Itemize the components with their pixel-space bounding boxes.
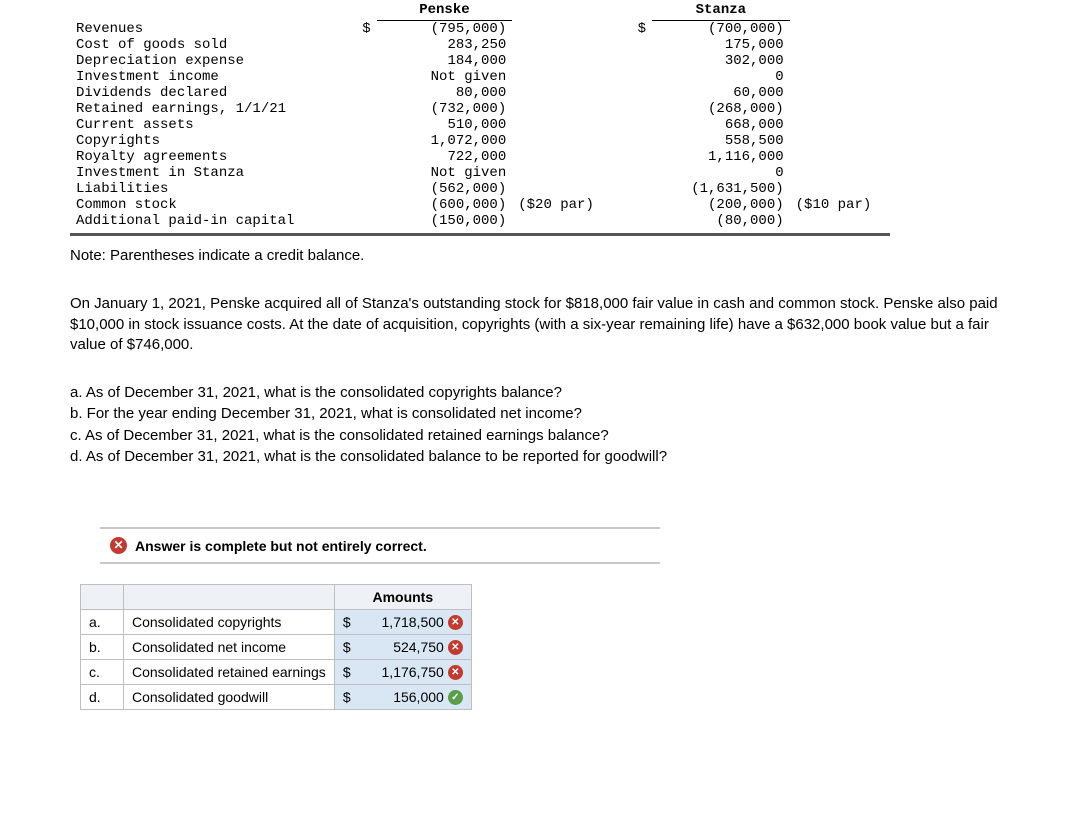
question-b: b. For the year ending December 31, 2021… — [70, 404, 1010, 424]
stanza-value: 0 — [652, 69, 790, 85]
penske-value: 184,000 — [377, 53, 513, 69]
answer-amount: 524,750 — [355, 639, 444, 655]
answer-amount: 156,000 — [355, 689, 444, 705]
table-corner — [81, 585, 124, 610]
answer-label: Consolidated copyrights — [124, 610, 335, 635]
row-label: Retained earnings, 1/1/21 — [70, 101, 337, 117]
answer-row: d.Consolidated goodwill$156,000✓ — [81, 685, 472, 710]
x-icon: ✕ — [448, 615, 463, 630]
answer-letter: c. — [81, 660, 124, 685]
answer-amount-cell[interactable]: $524,750✕ — [334, 635, 471, 660]
penske-value: 510,000 — [377, 117, 513, 133]
error-icon: ✕ — [110, 537, 127, 554]
answers-table: Amounts a.Consolidated copyrights$1,718,… — [80, 584, 472, 710]
penske-value: (150,000) — [377, 213, 513, 229]
table-row: Dividends declared 80,000 60,000 — [70, 85, 890, 101]
penske-value: Not given — [377, 165, 513, 181]
table-row: Revenues$(795,000)$(700,000) — [70, 21, 890, 38]
row-label: Depreciation expense — [70, 53, 337, 69]
question-c: c. As of December 31, 2021, what is the … — [70, 426, 1010, 446]
question-a: a. As of December 31, 2021, what is the … — [70, 383, 1010, 403]
table-row: Current assets 510,000 668,000 — [70, 117, 890, 133]
penske-value: 722,000 — [377, 149, 513, 165]
stanza-value: (80,000) — [652, 213, 790, 229]
amounts-header: Amounts — [334, 585, 471, 610]
row-label: Additional paid-in capital — [70, 213, 337, 229]
credit-balance-note: Note: Parentheses indicate a credit bala… — [70, 246, 1010, 266]
stanza-value: 0 — [652, 165, 790, 181]
penske-value: 283,250 — [377, 37, 513, 53]
stanza-value: (1,631,500) — [652, 181, 790, 197]
row-label: Dividends declared — [70, 85, 337, 101]
stanza-value: (700,000) — [652, 21, 790, 38]
question-list: a. As of December 31, 2021, what is the … — [70, 383, 1010, 467]
stanza-value: 60,000 — [652, 85, 790, 101]
stanza-value: 302,000 — [652, 53, 790, 69]
answer-label: Consolidated net income — [124, 635, 335, 660]
row-label: Current assets — [70, 117, 337, 133]
row-label: Liabilities — [70, 181, 337, 197]
column-header-stanza: Stanza — [652, 0, 790, 21]
table-row: Investment income Not given 0 — [70, 69, 890, 85]
answer-letter: b. — [81, 635, 124, 660]
penske-value: (600,000) — [377, 197, 513, 213]
penske-value: (732,000) — [377, 101, 513, 117]
stanza-value: 558,500 — [652, 133, 790, 149]
answer-label: Consolidated retained earnings — [124, 660, 335, 685]
row-label: Cost of goods sold — [70, 37, 337, 53]
question-d: d. As of December 31, 2021, what is the … — [70, 447, 1010, 467]
feedback-panel: ✕ Answer is complete but not entirely co… — [100, 527, 660, 710]
row-label: Revenues — [70, 21, 337, 38]
x-icon: ✕ — [448, 665, 463, 680]
row-label: Investment in Stanza — [70, 165, 337, 181]
table-row: Additional paid-in capital (150,000) (80,0… — [70, 213, 890, 229]
table-row: Liabilities (562,000) (1,631,500) — [70, 181, 890, 197]
table-row: Investment in Stanza Not given 0 — [70, 165, 890, 181]
table-row: Common stock(600,000)($20 par)(200,000)(… — [70, 197, 890, 213]
stanza-value: 175,000 — [652, 37, 790, 53]
table-bottom-rule — [70, 233, 890, 236]
problem-paragraph: On January 1, 2021, Penske acquired all … — [70, 294, 1010, 355]
stanza-value: (200,000) — [652, 197, 790, 213]
stanza-value: (268,000) — [652, 101, 790, 117]
table-row: Retained earnings, 1/1/21 (732,000) (268,0… — [70, 101, 890, 117]
answer-amount-cell[interactable]: $1,176,750✕ — [334, 660, 471, 685]
penske-value: (562,000) — [377, 181, 513, 197]
answer-amount: 1,718,500 — [355, 614, 444, 630]
feedback-message-text: Answer is complete but not entirely corr… — [135, 538, 427, 554]
financial-data-table: Penske Stanza Revenues$(795,000)$(700,00… — [70, 0, 890, 229]
table-row: Depreciation expense 184,000 302,000 — [70, 53, 890, 69]
row-label: Investment income — [70, 69, 337, 85]
row-label: Royalty agreements — [70, 149, 337, 165]
answer-amount: 1,176,750 — [355, 664, 444, 680]
penske-value: 1,072,000 — [377, 133, 513, 149]
penske-value: 80,000 — [377, 85, 513, 101]
answer-letter: a. — [81, 610, 124, 635]
table-row: Royalty agreements 722,000 1,116,000 — [70, 149, 890, 165]
x-icon: ✕ — [448, 640, 463, 655]
answer-row: b.Consolidated net income$524,750✕ — [81, 635, 472, 660]
stanza-value: 1,116,000 — [652, 149, 790, 165]
stanza-value: 668,000 — [652, 117, 790, 133]
penske-value: Not given — [377, 69, 513, 85]
row-label: Copyrights — [70, 133, 337, 149]
answer-label: Consolidated goodwill — [124, 685, 335, 710]
column-header-penske: Penske — [377, 0, 513, 21]
answer-row: c.Consolidated retained earnings$1,176,7… — [81, 660, 472, 685]
feedback-message-bar: ✕ Answer is complete but not entirely co… — [100, 527, 660, 564]
answer-amount-cell[interactable]: $156,000✓ — [334, 685, 471, 710]
answer-letter: d. — [81, 685, 124, 710]
answer-amount-cell[interactable]: $1,718,500✕ — [334, 610, 471, 635]
row-label: Common stock — [70, 197, 337, 213]
answer-row: a.Consolidated copyrights$1,718,500✕ — [81, 610, 472, 635]
penske-value: (795,000) — [377, 21, 513, 38]
table-row: Copyrights 1,072,000 558,500 — [70, 133, 890, 149]
table-row: Cost of goods sold 283,250 175,000 — [70, 37, 890, 53]
check-icon: ✓ — [448, 690, 463, 705]
